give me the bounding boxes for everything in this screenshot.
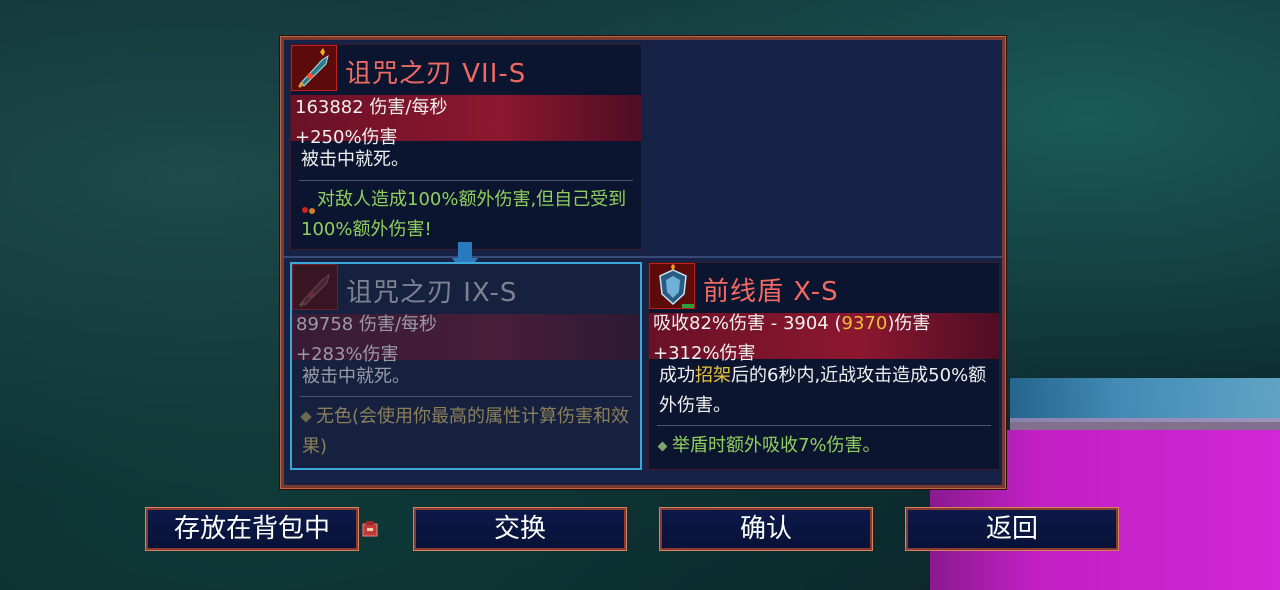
current-item-card[interactable]: 诅咒之刃 VII-S 163882 伤害/每秒 +250%伤害 被击中就死。 对… bbox=[290, 44, 642, 250]
curse-text: 对敌人造成100%额外伤害,但自己受到100%额外伤害! bbox=[301, 189, 627, 240]
bullet-icon bbox=[657, 441, 668, 451]
card-separator bbox=[299, 180, 633, 181]
shield-item-absorb: 吸收82%伤害 - 3904 (9370)伤害 bbox=[653, 309, 930, 335]
shield-item-card[interactable]: 前线盾 X-S 吸收82%伤害 - 3904 (9370)伤害 +312%伤害 … bbox=[648, 262, 1000, 470]
new-item-effect: 被击中就死。 bbox=[302, 366, 410, 387]
store-in-backpack-button[interactable]: 存放在背包中 bbox=[145, 507, 359, 551]
new-item-bonus: 无色(会使用你最高的属性计算伤害和效果) bbox=[300, 402, 636, 462]
back-button[interactable]: 返回 bbox=[905, 507, 1119, 551]
absorb-suffix: )伤害 bbox=[887, 313, 931, 334]
absorb-prefix: 吸收82%伤害 - 3904 ( bbox=[653, 313, 842, 334]
swap-button[interactable]: 交换 bbox=[413, 507, 627, 551]
shield-item-name: 前线盾 X-S bbox=[703, 277, 839, 307]
new-item-dps: 89758 伤害/每秒 bbox=[296, 314, 438, 335]
bullet-icon bbox=[300, 411, 312, 423]
new-item-card[interactable]: 诅咒之刃 IX-S 89758 伤害/每秒 +283%伤害 被击中就死。 无色(… bbox=[290, 262, 642, 470]
current-item-dps: 163882 伤害/每秒 bbox=[295, 97, 448, 118]
background-water bbox=[1010, 378, 1280, 422]
card-separator bbox=[300, 396, 632, 397]
shield-item-effect: 成功招架后的6秒内,近战攻击造成50%额外伤害。 bbox=[659, 361, 993, 421]
backpack-icon bbox=[362, 521, 378, 537]
bonus-text: 举盾时额外吸收7%伤害。 bbox=[672, 435, 881, 456]
cursed-sword-icon bbox=[292, 264, 338, 310]
confirm-button[interactable]: 确认 bbox=[659, 507, 873, 551]
current-item-effect: 被击中就死。 bbox=[301, 149, 409, 170]
effect-prefix: 成功 bbox=[659, 365, 695, 386]
frontline-shield-icon bbox=[649, 263, 695, 309]
absorb-highlight: 9370 bbox=[841, 313, 888, 334]
cursed-sword-icon bbox=[291, 45, 337, 91]
panel-divider bbox=[284, 256, 1002, 258]
current-item-curse: 对敌人造成100%额外伤害,但自己受到100%额外伤害! bbox=[301, 185, 637, 245]
curse-icon bbox=[301, 195, 317, 214]
current-item-name: 诅咒之刃 VII-S bbox=[345, 59, 527, 89]
new-item-name: 诅咒之刃 IX-S bbox=[346, 278, 518, 308]
bonus-text: 无色(会使用你最高的属性计算伤害和效果) bbox=[302, 406, 630, 457]
item-compare-panel: 诅咒之刃 VII-S 163882 伤害/每秒 +250%伤害 被击中就死。 对… bbox=[280, 36, 1006, 489]
card-separator bbox=[657, 425, 991, 426]
shield-item-bonus: 举盾时额外吸收7%伤害。 bbox=[657, 431, 995, 461]
parry-keyword[interactable]: 招架 bbox=[695, 365, 731, 386]
